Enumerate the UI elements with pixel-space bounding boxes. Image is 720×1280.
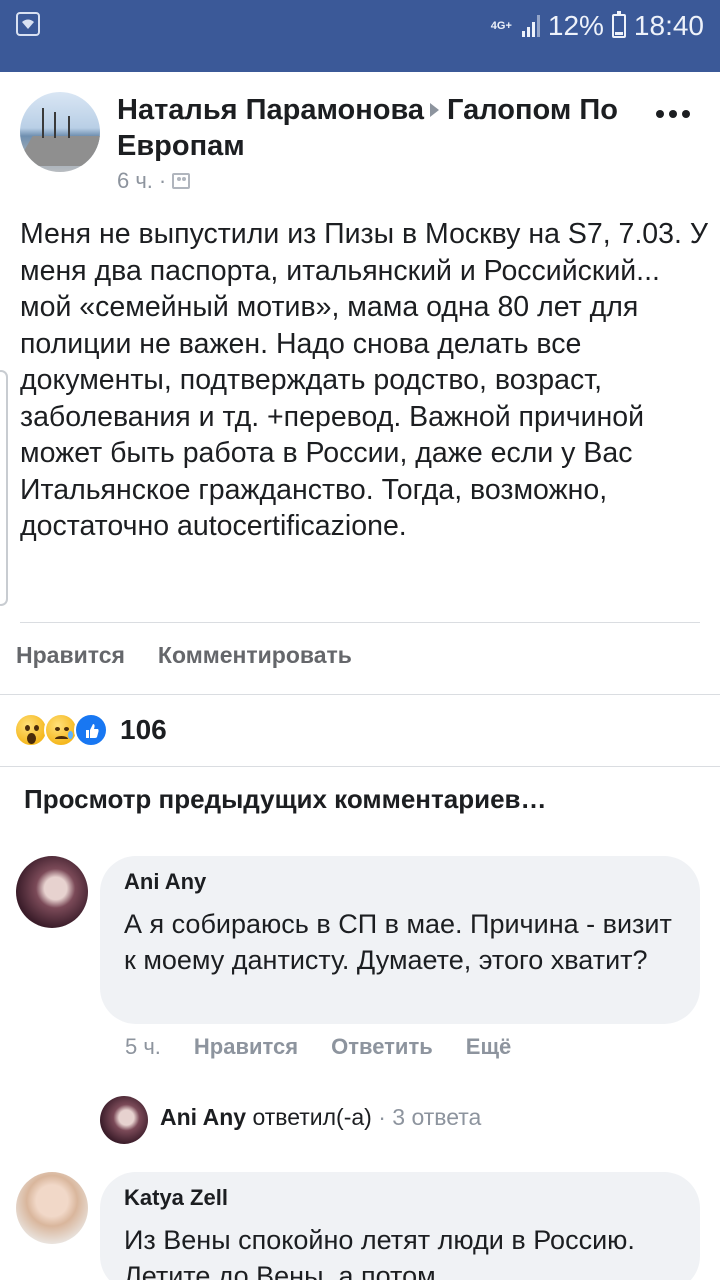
comment-author[interactable]: Katya Zell xyxy=(124,1182,676,1214)
author-avatar[interactable] xyxy=(20,92,100,172)
more-options-icon[interactable] xyxy=(656,110,690,118)
post-text: Меня не выпустили из Пизы в Москву на S7… xyxy=(20,218,708,542)
comment-text: Из Вены спокойно летят люди в Россию. Ле… xyxy=(124,1225,635,1280)
group-icon xyxy=(172,173,191,189)
divider xyxy=(20,622,700,623)
like-reaction-icon xyxy=(74,713,108,747)
post-meta: 6 ч. · xyxy=(117,168,191,194)
wifi-icon xyxy=(16,12,40,36)
commenter-avatar[interactable] xyxy=(16,856,88,928)
reply-author: Ani Any xyxy=(160,1104,247,1130)
comment-button[interactable]: Комментировать xyxy=(158,642,352,669)
arrow-right-icon xyxy=(430,102,440,117)
divider xyxy=(0,694,720,695)
comment-bubble: Katya Zell Из Вены спокойно летят люди в… xyxy=(100,1172,700,1280)
comment-like-button[interactable]: Нравится xyxy=(194,1034,298,1060)
view-previous-comments[interactable]: Просмотр предыдущих комментариев… xyxy=(24,784,547,815)
status-indicators: 4G+ 12% 18:40 xyxy=(491,8,704,44)
post-actions: Нравится Комментировать xyxy=(16,642,352,669)
comment-text: А я собираюсь в СП в мае. Причина - визи… xyxy=(124,909,672,975)
post-title[interactable]: Наталья Парамонова Галопом По Европам xyxy=(117,92,647,164)
comment-actions: 5 ч. Нравится Ответить Ещё xyxy=(125,1034,511,1060)
comment-time[interactable]: 5 ч. xyxy=(125,1034,161,1060)
divider xyxy=(0,766,720,767)
view-replies-link[interactable]: Ani Any ответил(-а) · 3 ответа xyxy=(160,1104,481,1131)
post-time[interactable]: 6 ч. xyxy=(117,168,153,194)
comment-more-button[interactable]: Ещё xyxy=(466,1034,511,1060)
commenter-avatar[interactable] xyxy=(16,1172,88,1244)
reactions-summary[interactable]: 106 xyxy=(14,712,167,748)
battery-percent: 12% xyxy=(547,10,604,41)
reply-count: 3 ответа xyxy=(392,1104,482,1130)
reply-action: ответил(-а) xyxy=(252,1104,372,1130)
signal-icon xyxy=(521,15,540,37)
wow-reaction-icon xyxy=(14,713,48,747)
comment-reply-button[interactable]: Ответить xyxy=(331,1034,433,1060)
reply-avatar[interactable] xyxy=(100,1096,148,1144)
meta-separator: · xyxy=(158,168,167,193)
reaction-count: 106 xyxy=(120,714,167,745)
like-button[interactable]: Нравится xyxy=(16,642,125,669)
network-type: 4G+ xyxy=(490,20,512,32)
clock: 18:40 xyxy=(633,10,704,41)
sad-reaction-icon xyxy=(44,713,78,747)
battery-icon xyxy=(611,11,626,38)
status-bar: 4G+ 12% 18:40 xyxy=(0,0,720,72)
comment-author[interactable]: Ani Any xyxy=(124,866,676,898)
author-name[interactable]: Наталья Парамонова xyxy=(117,94,424,126)
reply-separator: · xyxy=(378,1104,386,1130)
comment-bubble: Ani Any А я собираюсь в СП в мае. Причин… xyxy=(100,856,700,1024)
edge-handle xyxy=(0,370,8,606)
